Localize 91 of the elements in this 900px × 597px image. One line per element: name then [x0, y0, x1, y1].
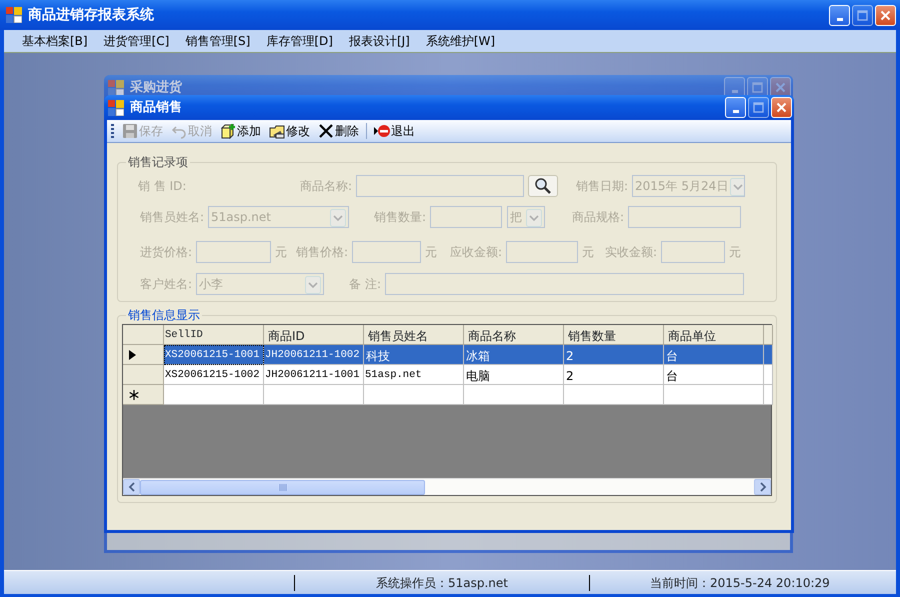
- table-cell: 51asp.net: [364, 365, 464, 385]
- toolbar-button[interactable]: 修改: [266, 122, 313, 140]
- search-button[interactable]: [528, 175, 558, 197]
- field-label: 实收金额:: [604, 244, 658, 261]
- column-header[interactable]: 销售数量: [564, 325, 664, 345]
- row-header: [123, 325, 164, 345]
- field-label: 客户姓名:: [138, 276, 193, 293]
- table-cell: XS20061215-1002: [164, 365, 264, 385]
- unit-label: 元: [581, 244, 595, 261]
- minimize-icon: [732, 110, 738, 113]
- scroll-right-button[interactable]: [754, 479, 771, 495]
- add-icon: [220, 123, 236, 139]
- toolbar-button[interactable]: 添加: [217, 122, 264, 140]
- arrow-left-icon: [128, 482, 136, 492]
- field-label: 销售价格:: [294, 244, 349, 261]
- table-cell: 电脑: [464, 365, 564, 385]
- status-text: 当前时间：2015-5-24 20:10:29: [650, 574, 830, 592]
- window-title: 商品销售: [130, 98, 183, 117]
- menu-item[interactable]: 系统维护[W]: [418, 32, 504, 50]
- column-header[interactable]: 商品ID: [264, 325, 364, 345]
- close-button[interactable]: [875, 4, 896, 26]
- menu-item[interactable]: 库存管理[D]: [258, 32, 341, 50]
- close-icon: [776, 102, 787, 113]
- row-header[interactable]: [123, 385, 164, 405]
- group-title: 销售记录项: [127, 155, 189, 169]
- minimize-button[interactable]: [725, 97, 746, 118]
- app-icon: [108, 100, 124, 116]
- field-label: 进货价格:: [138, 244, 193, 261]
- field-label: 销 售 ID:: [137, 178, 188, 195]
- minimize-icon: [732, 90, 738, 93]
- column-header[interactable]: 商品单位: [664, 325, 764, 345]
- maximize-icon: [753, 102, 764, 113]
- app-icon: [108, 80, 124, 96]
- maximize-button[interactable]: [748, 97, 769, 118]
- field-label: 销售员姓名:: [138, 209, 205, 226]
- new-row-icon: [129, 390, 139, 400]
- table-cell: 科技: [364, 345, 464, 365]
- menu-item[interactable]: 报表设计[J]: [340, 32, 418, 50]
- grip-icon: [278, 484, 286, 490]
- maximize-button[interactable]: [852, 4, 873, 26]
- close-icon: [775, 82, 786, 93]
- column-header[interactable]: 销售员姓名: [364, 325, 464, 345]
- close-icon: [880, 10, 891, 20]
- table-cell: 2: [564, 345, 664, 365]
- menu-item[interactable]: 基本档案[B]: [14, 32, 96, 50]
- toolbar-button[interactable]: 删除: [315, 122, 362, 140]
- field-label: 销售数量:: [372, 209, 427, 226]
- window-title: 采购进货: [130, 78, 183, 97]
- scrollbar-thumb[interactable]: [140, 480, 425, 494]
- row-header[interactable]: [123, 345, 164, 365]
- group-title: 销售信息显示: [127, 308, 201, 322]
- table-cell: 台: [664, 345, 764, 365]
- app-icon: [6, 7, 22, 23]
- arrow-right-icon: [758, 482, 766, 492]
- unit-label: 元: [274, 244, 288, 261]
- unit-label: 元: [728, 244, 739, 261]
- table-cell: [764, 345, 773, 365]
- delete-icon: [318, 123, 334, 139]
- menu-item[interactable]: 销售管理[S]: [177, 32, 258, 50]
- unit-label: 元: [424, 244, 438, 261]
- exit-icon: [374, 123, 390, 139]
- search-icon: [534, 177, 552, 195]
- table-cell: JH20061211-1001: [264, 365, 364, 385]
- field-label: 商品名称:: [298, 178, 353, 195]
- table-cell: JH20061211-1002: [264, 345, 364, 365]
- table-cell: [764, 385, 773, 405]
- field-label: 应收金额:: [448, 244, 503, 261]
- table-cell: 冰箱: [464, 345, 564, 365]
- minimize-icon: [836, 18, 842, 20]
- maximize-icon: [752, 82, 763, 93]
- menu-item[interactable]: 进货管理[C]: [96, 32, 178, 50]
- field-label: 商品规格:: [570, 209, 625, 226]
- window-title: 商品进销存报表系统: [28, 6, 155, 24]
- edit-icon: [269, 123, 285, 139]
- table-cell: [764, 365, 773, 385]
- minimize-button[interactable]: [829, 4, 850, 26]
- toolbar-grip[interactable]: [111, 124, 114, 138]
- status-text: 系统操作员：51asp.net: [376, 574, 508, 592]
- column-header[interactable]: [764, 325, 773, 345]
- column-header[interactable]: 商品名称: [464, 325, 564, 345]
- close-button[interactable]: [771, 97, 792, 118]
- field-label: 备 注:: [348, 276, 382, 293]
- toolbar-button[interactable]: 退出: [371, 122, 418, 140]
- field-label: 销售日期:: [574, 178, 629, 195]
- column-header[interactable]: SellID: [164, 325, 264, 345]
- table-cell: 2: [564, 365, 664, 385]
- table-cell: XS20061215-1001: [164, 345, 264, 365]
- save-icon: [122, 123, 138, 139]
- maximize-icon: [857, 10, 868, 20]
- scroll-left-button[interactable]: [123, 479, 140, 495]
- table-cell: 台: [664, 365, 764, 385]
